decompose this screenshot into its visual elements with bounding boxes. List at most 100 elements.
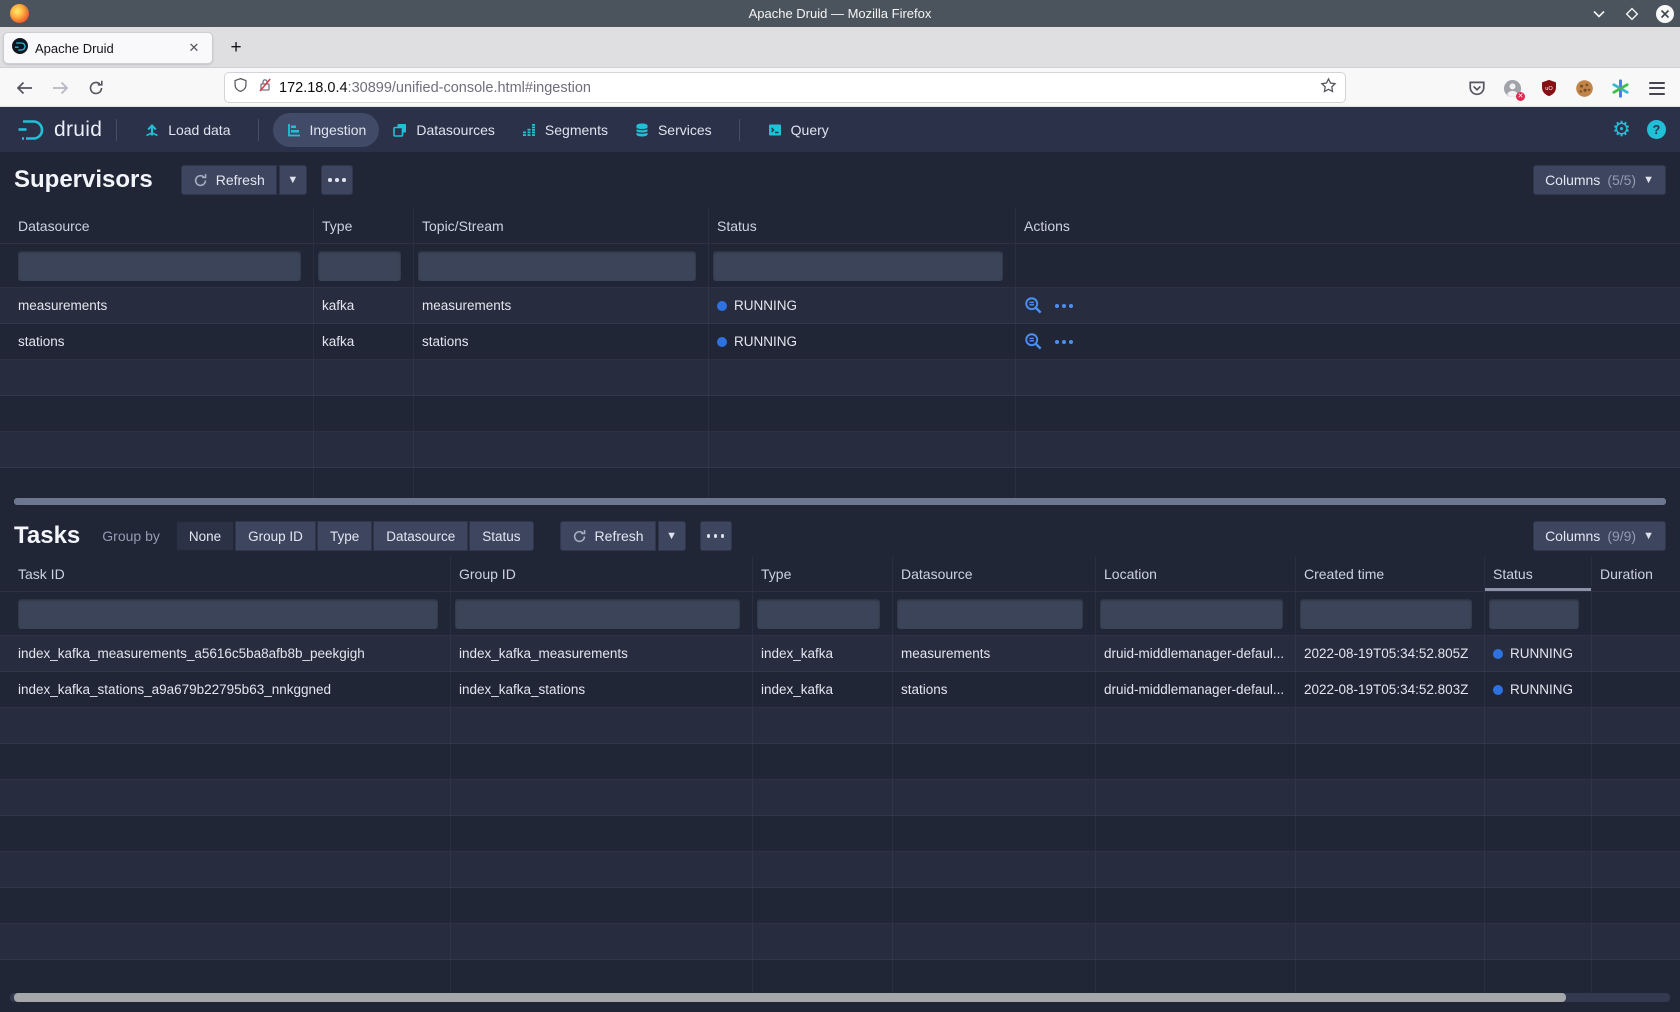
empty-row — [0, 396, 1680, 432]
account-icon[interactable]: ✕ — [1503, 79, 1522, 98]
browser-toolbar: 172.18.0.4:30899/unified-console.html#in… — [0, 68, 1680, 107]
ingestion-icon — [286, 122, 302, 138]
nav-label: Datasources — [416, 122, 495, 138]
window-minimize-icon[interactable] — [1590, 5, 1608, 23]
help-icon[interactable]: ? — [1647, 120, 1666, 139]
column-header-status-sorted[interactable]: Status — [1485, 556, 1592, 591]
url-path: :30899/unified-console.html#ingestion — [348, 80, 591, 96]
forward-button[interactable] — [46, 74, 74, 102]
supervisor-row[interactable]: stations kafka stations RUNNING — [0, 324, 1680, 360]
url-text[interactable]: 172.18.0.4:30899/unified-console.html#in… — [279, 80, 1320, 96]
tasks-horizontal-scrollbar-thumb[interactable] — [14, 993, 1566, 1002]
column-header-task-id[interactable]: Task ID — [0, 556, 451, 591]
task-row[interactable]: index_kafka_measurements_a5616c5ba8afb8b… — [0, 636, 1680, 672]
task-group-id: index_kafka_stations — [451, 672, 753, 707]
tasks-refresh-button[interactable]: Refresh — [560, 521, 656, 551]
extension-asterisk-icon[interactable] — [1611, 79, 1630, 98]
column-header-group-id[interactable]: Group ID — [451, 556, 753, 591]
empty-row — [0, 888, 1680, 924]
column-header-type[interactable]: Type — [314, 208, 414, 243]
tasks-horizontal-scrollbar-track[interactable] — [10, 993, 1670, 1002]
bookmark-star-icon[interactable] — [1320, 77, 1337, 99]
nav-item-datasources[interactable]: Datasources — [379, 113, 508, 147]
filter-task-id-input[interactable] — [18, 599, 438, 629]
group-by-group-id-button[interactable]: Group ID — [235, 521, 316, 551]
group-by-status-button[interactable]: Status — [469, 521, 533, 551]
browser-tab[interactable]: Apache Druid ✕ — [3, 32, 213, 64]
reload-button[interactable] — [82, 74, 110, 102]
pocket-icon[interactable] — [1467, 79, 1486, 98]
supervisor-datasource[interactable]: measurements — [0, 288, 314, 323]
filter-group-id-input[interactable] — [455, 599, 740, 629]
menu-hamburger-icon[interactable] — [1647, 79, 1666, 98]
tracking-protection-shield-icon[interactable] — [233, 77, 248, 98]
back-button[interactable] — [10, 74, 38, 102]
task-row[interactable]: index_kafka_stations_a9a679b22795b63_nnk… — [0, 672, 1680, 708]
supervisor-datasource[interactable]: stations — [0, 324, 314, 359]
nav-item-load-data[interactable]: Load data — [131, 113, 243, 147]
ellipsis-icon — [328, 178, 346, 182]
druid-logo[interactable]: druid — [16, 117, 102, 143]
row-actions-menu-icon[interactable] — [1055, 304, 1073, 308]
supervisor-status: RUNNING — [709, 324, 1016, 359]
tasks-refresh-dropdown-button[interactable]: ▼ — [658, 521, 686, 551]
column-header-location[interactable]: Location — [1096, 556, 1296, 591]
empty-row — [0, 924, 1680, 960]
window-close-icon[interactable] — [1656, 5, 1674, 23]
filter-type-input[interactable] — [318, 251, 401, 281]
task-status: RUNNING — [1485, 672, 1592, 707]
filter-created-time-input[interactable] — [1300, 599, 1472, 629]
task-created-time: 2022-08-19T05:34:52.805Z — [1296, 636, 1485, 671]
group-by-type-button[interactable]: Type — [317, 521, 372, 551]
url-bar[interactable]: 172.18.0.4:30899/unified-console.html#in… — [225, 73, 1345, 102]
supervisors-refresh-button[interactable]: Refresh — [181, 165, 277, 195]
row-actions-menu-icon[interactable] — [1055, 340, 1073, 344]
tab-close-icon[interactable]: ✕ — [184, 38, 204, 58]
nav-item-query[interactable]: Query — [754, 113, 842, 147]
empty-row — [0, 780, 1680, 816]
column-header-topic-stream[interactable]: Topic/Stream — [414, 208, 709, 243]
druid-favicon-icon — [12, 38, 28, 59]
status-dot-running — [717, 337, 727, 347]
new-tab-button[interactable]: + — [222, 35, 250, 61]
settings-gear-icon[interactable]: ⚙ — [1612, 119, 1631, 140]
window-title: Apache Druid — Mozilla Firefox — [0, 6, 1680, 21]
tasks-columns-button[interactable]: Columns (9/9) ▼ — [1533, 521, 1666, 551]
column-header-datasource[interactable]: Datasource — [0, 208, 314, 243]
filter-datasource-input[interactable] — [897, 599, 1083, 629]
tasks-table: Task ID Group ID Type Datasource Locatio… — [0, 556, 1680, 994]
chevron-down-icon: ▼ — [287, 174, 298, 186]
task-id[interactable]: index_kafka_measurements_a5616c5ba8afb8b… — [0, 636, 451, 671]
filter-topic-stream-input[interactable] — [418, 251, 696, 281]
nav-item-ingestion[interactable]: Ingestion — [273, 113, 380, 147]
ublock-origin-icon[interactable]: uO — [1539, 79, 1558, 98]
supervisors-refresh-dropdown-button[interactable]: ▼ — [279, 165, 307, 195]
task-id[interactable]: index_kafka_stations_a9a679b22795b63_nnk… — [0, 672, 451, 707]
tasks-more-button[interactable] — [700, 521, 732, 551]
column-header-type[interactable]: Type — [753, 556, 893, 591]
window-maximize-icon[interactable] — [1623, 5, 1641, 23]
supervisor-row[interactable]: measurements kafka measurements RUNNING — [0, 288, 1680, 324]
detail-magnifier-icon[interactable] — [1024, 296, 1043, 315]
filter-type-input[interactable] — [757, 599, 880, 629]
supervisor-actions — [1016, 324, 1680, 359]
supervisors-columns-button[interactable]: Columns (5/5) ▼ — [1533, 165, 1666, 195]
filter-status-input[interactable] — [1489, 599, 1579, 629]
cookie-extension-icon[interactable] — [1575, 79, 1594, 98]
insecure-lock-icon[interactable] — [257, 77, 273, 98]
column-header-duration[interactable]: Duration — [1592, 556, 1680, 591]
nav-item-services[interactable]: Services — [621, 113, 725, 147]
nav-label: Services — [658, 122, 712, 138]
filter-location-input[interactable] — [1100, 599, 1283, 629]
column-header-datasource[interactable]: Datasource — [893, 556, 1096, 591]
filter-status-input[interactable] — [713, 251, 1003, 281]
group-by-none-button[interactable]: None — [176, 521, 234, 551]
detail-magnifier-icon[interactable] — [1024, 332, 1043, 351]
nav-item-segments[interactable]: Segments — [508, 113, 621, 147]
filter-datasource-input[interactable] — [18, 251, 301, 281]
supervisors-horizontal-scrollbar[interactable] — [14, 498, 1666, 505]
column-header-created-time[interactable]: Created time — [1296, 556, 1485, 591]
group-by-datasource-button[interactable]: Datasource — [373, 521, 468, 551]
supervisors-more-button[interactable] — [321, 165, 353, 195]
column-header-status[interactable]: Status — [709, 208, 1016, 243]
